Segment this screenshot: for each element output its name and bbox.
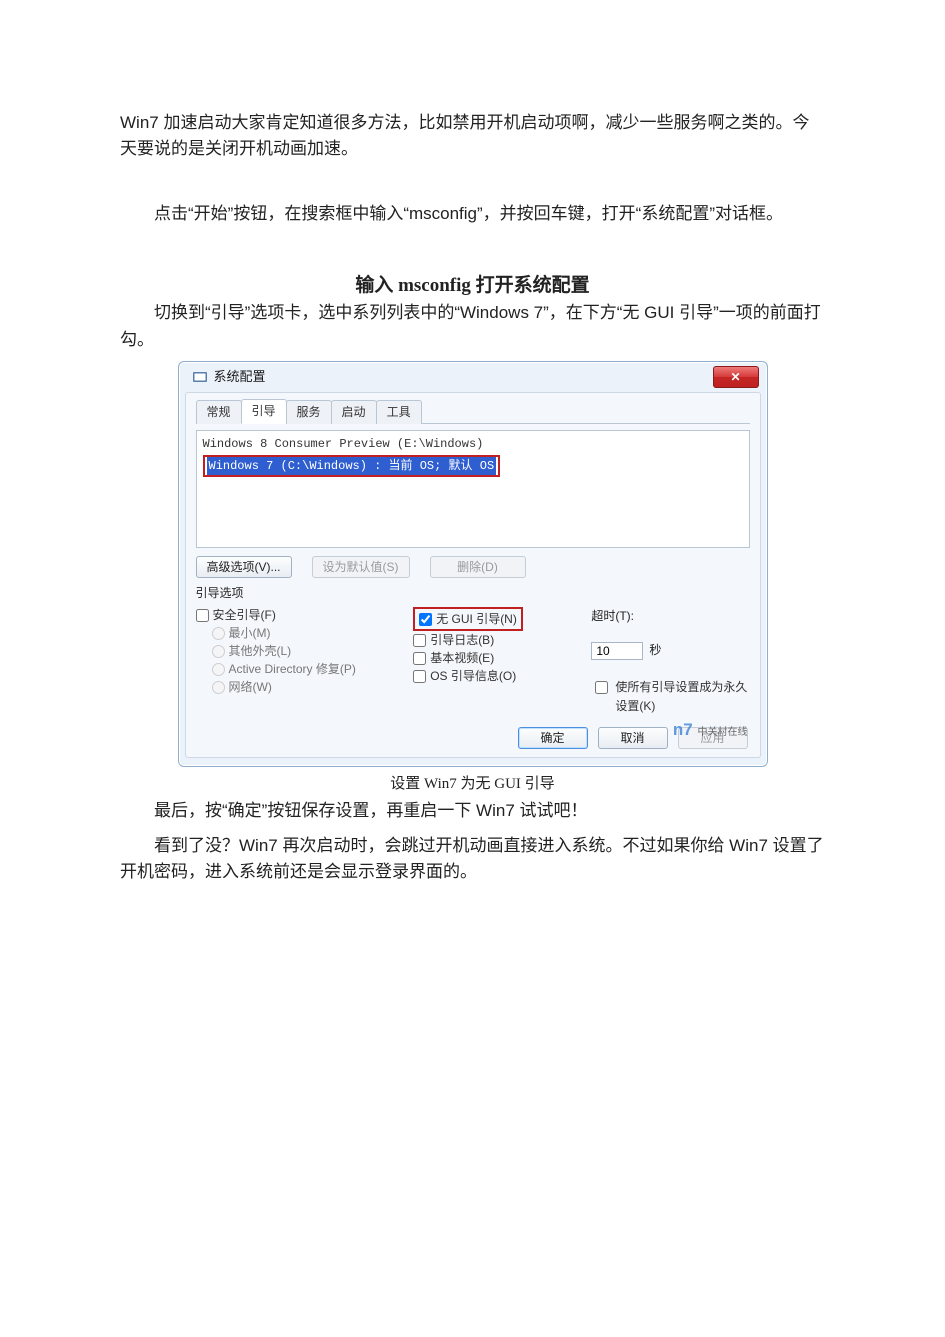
safe-boot-adrepair-input	[212, 663, 225, 676]
timeout-unit: 秒	[649, 641, 661, 660]
safe-boot-min-input	[212, 627, 225, 640]
basevideo-checkbox[interactable]: 基本视频(E)	[413, 649, 571, 667]
close-icon: ✕	[730, 368, 740, 387]
boot-options-title: 引导选项	[196, 584, 750, 603]
delete-button: 删除(D)	[430, 556, 526, 578]
set-default-button: 设为默认值(S)	[312, 556, 410, 578]
tab-boot[interactable]: 引导	[241, 399, 287, 425]
boot-options-col-right: 超时(T): 秒 使所有引导设置成为永久设置(K)	[591, 607, 749, 715]
paragraph-step4: 看到了没？Win7 再次启动时，会跳过开机动画直接进入系统。不过如果你给 Win…	[120, 833, 825, 886]
os-entry-win8[interactable]: Windows 8 Consumer Preview (E:\Windows)	[203, 435, 743, 454]
basevideo-input[interactable]	[413, 652, 426, 665]
safe-boot-checkbox[interactable]: 安全引导(F)	[196, 607, 394, 625]
bootlog-label: 引导日志(B)	[430, 631, 494, 650]
paragraph-step2: 切换到“引导”选项卡，选中系列列表中的“Windows 7”，在下方“无 GUI…	[120, 300, 825, 353]
no-gui-label: 无 GUI 引导(N)	[436, 610, 517, 629]
os-list[interactable]: Windows 8 Consumer Preview (E:\Windows) …	[196, 430, 750, 548]
os-entry-win7-highlight: Windows 7 (C:\Windows) : 当前 OS; 默认 OS	[203, 455, 501, 478]
tab-strip: 常规 引导 服务 启动 工具	[196, 399, 750, 424]
osinfo-label: OS 引导信息(O)	[430, 667, 516, 686]
safe-boot-label: 安全引导(F)	[213, 606, 276, 625]
permanent-checkbox[interactable]: 使所有引导设置成为永久设置(K)	[591, 678, 749, 715]
cancel-button[interactable]: 取消	[598, 727, 668, 749]
paragraph-intro: Win7 加速启动大家肯定知道很多方法，比如禁用开机启动项啊，减少一些服务啊之类…	[120, 110, 825, 163]
dialog-footer: n7 中关村在线 确定 取消 应用	[196, 727, 750, 749]
paragraph-step3: 最后，按“确定”按钮保存设置，再重启一下 Win7 试试吧！	[120, 798, 825, 824]
app-icon	[193, 370, 208, 385]
paragraph-step1: 点击“开始”按钮，在搜索框中输入“msconfig”，并按回车键，打开“系统配置…	[120, 201, 825, 227]
close-button[interactable]: ✕	[713, 366, 759, 388]
no-gui-highlight: 无 GUI 引导(N)	[413, 607, 523, 632]
safe-boot-altshell-label: 其他外壳(L)	[229, 642, 292, 661]
safe-boot-network-label: 网络(W)	[229, 678, 272, 697]
permanent-input[interactable]	[595, 681, 608, 694]
apply-button: 应用	[678, 727, 748, 749]
tab-tools[interactable]: 工具	[376, 400, 422, 425]
document-page: Win7 加速启动大家肯定知道很多方法，比如禁用开机启动项啊，减少一些服务啊之类…	[0, 0, 945, 1337]
os-button-row: 高级选项(V)... 设为默认值(S) 删除(D)	[196, 556, 750, 578]
safe-boot-min: 最小(M)	[196, 625, 394, 643]
heading-msconfig: 输入 msconfig 打开系统配置	[120, 271, 825, 300]
boot-options-col-left: 安全引导(F) 最小(M) 其他外壳(L) Active Direct	[196, 607, 394, 715]
safe-boot-network: 网络(W)	[196, 679, 394, 697]
tab-services[interactable]: 服务	[286, 400, 332, 425]
timeout-input[interactable]	[591, 642, 643, 660]
safe-boot-network-input	[212, 681, 225, 694]
safe-boot-input[interactable]	[196, 609, 209, 622]
safe-boot-min-label: 最小(M)	[229, 624, 271, 643]
system-config-dialog: 系统配置 ✕ 常规 引导 服务 启动 工具 Windows 8 Consumer	[178, 361, 768, 767]
safe-boot-altshell-input	[212, 645, 225, 658]
os-entry-win7[interactable]: Windows 7 (C:\Windows) : 当前 OS; 默认 OS	[207, 457, 497, 476]
ok-button[interactable]: 确定	[518, 727, 588, 749]
timeout-label: 超时(T):	[591, 607, 749, 626]
osinfo-input[interactable]	[413, 670, 426, 683]
bootlog-checkbox[interactable]: 引导日志(B)	[413, 631, 571, 649]
permanent-label: 使所有引导设置成为永久设置(K)	[615, 678, 749, 715]
safe-boot-adrepair-label: Active Directory 修复(P)	[229, 660, 356, 679]
advanced-options-button[interactable]: 高级选项(V)...	[196, 556, 292, 578]
safe-boot-altshell: 其他外壳(L)	[196, 643, 394, 661]
dialog-title: 系统配置	[214, 367, 266, 387]
bootlog-input[interactable]	[413, 634, 426, 647]
dialog-screenshot: 系统配置 ✕ 常规 引导 服务 启动 工具 Windows 8 Consumer	[178, 361, 768, 767]
boot-options-area: 安全引导(F) 最小(M) 其他外壳(L) Active Direct	[196, 607, 750, 715]
dialog-titlebar: 系统配置 ✕	[185, 362, 761, 392]
basevideo-label: 基本视频(E)	[430, 649, 494, 668]
osinfo-checkbox[interactable]: OS 引导信息(O)	[413, 667, 571, 685]
tab-startup[interactable]: 启动	[331, 400, 377, 425]
no-gui-checkbox[interactable]: 无 GUI 引导(N)	[419, 610, 517, 629]
boot-options-col-mid: 无 GUI 引导(N) 引导日志(B) 基本视频(E)	[413, 607, 571, 715]
tab-general[interactable]: 常规	[196, 400, 242, 425]
screenshot-caption: 设置 Win7 为无 GUI 引导	[120, 773, 825, 796]
dialog-body: 常规 引导 服务 启动 工具 Windows 8 Consumer Previe…	[185, 392, 761, 758]
no-gui-input[interactable]	[419, 613, 432, 626]
safe-boot-adrepair: Active Directory 修复(P)	[196, 661, 394, 679]
